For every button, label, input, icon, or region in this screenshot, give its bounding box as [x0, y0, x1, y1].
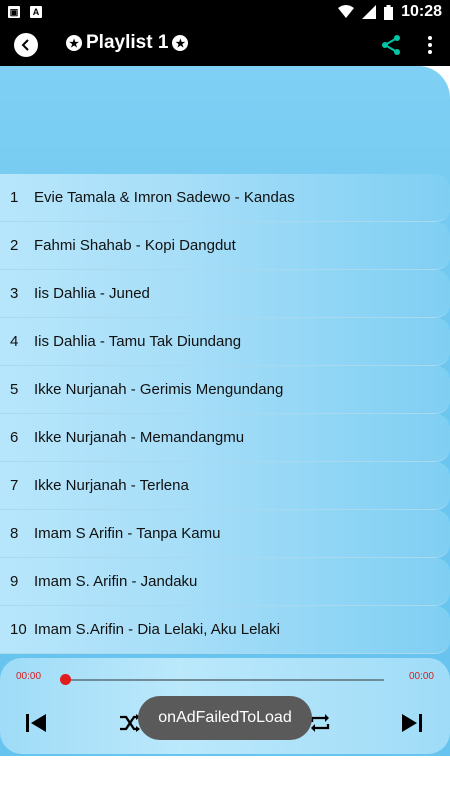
track-number: 6 — [10, 429, 19, 446]
track-title: Iis Dahlia - Tamu Tak Diundang — [34, 333, 242, 350]
current-time: 00:00 — [16, 671, 42, 682]
toast-message: onAdFailedToLoad — [138, 696, 312, 740]
track-title: Imam S.Arifin - Dia Lelaki, Aku Lelaki — [34, 621, 280, 638]
track-row[interactable]: 9 Imam S. Arifin - Jandaku — [0, 558, 450, 606]
track-title: Imam S. Arifin - Jandaku — [34, 573, 198, 590]
content-area: 1 Evie Tamala & Imron Sadewo - Kandas 2 Fah… — [0, 66, 450, 800]
track-number: 8 — [10, 525, 19, 542]
track-number: 7 — [10, 477, 19, 494]
track-number: 3 — [10, 285, 19, 302]
track-row[interactable]: 10 Imam S.Arifin - Dia Lelaki, Aku Lelaki — [0, 606, 450, 654]
status-time: 10:28 — [401, 3, 442, 20]
track-number: 2 — [10, 237, 19, 254]
skip-previous-icon[interactable] — [24, 711, 48, 735]
app-bar: ★ Playlist 1 ★ — [0, 24, 450, 66]
track-number: 5 — [10, 381, 19, 398]
seek-bar[interactable] — [64, 679, 384, 681]
track-row[interactable]: 1 Evie Tamala & Imron Sadewo - Kandas — [0, 174, 450, 222]
page-title-wrap: ★ Playlist 1 ★ — [66, 32, 189, 54]
wifi-icon — [338, 5, 355, 18]
track-list: 1 Evie Tamala & Imron Sadewo - Kandas 2 Fah… — [0, 174, 450, 654]
track-row[interactable]: 6 Ikke Nurjanah - Memandangmu — [0, 414, 450, 462]
more-vert-icon[interactable] — [420, 34, 440, 56]
track-title: Imam S Arifin - Tanpa Kamu — [34, 525, 221, 542]
track-number: 1 — [10, 189, 19, 206]
track-row[interactable]: 4 Iis Dahlia - Tamu Tak Diundang — [0, 318, 450, 366]
back-icon — [21, 39, 29, 51]
share-icon[interactable] — [380, 34, 402, 56]
track-title: Ikke Nurjanah - Terlena — [34, 477, 189, 494]
star-icon: ★ — [172, 35, 189, 51]
seek-knob[interactable] — [60, 674, 71, 685]
star-icon: ★ — [66, 35, 82, 51]
track-row[interactable]: 2 Fahmi Shahab - Kopi Dangdut — [0, 222, 450, 270]
track-title: Iis Dahlia - Juned — [34, 285, 150, 302]
track-row[interactable]: 3 Iis Dahlia - Juned — [0, 270, 450, 318]
track-title: Ikke Nurjanah - Memandangmu — [34, 429, 245, 446]
signal-icon — [362, 5, 377, 19]
skip-next-icon[interactable] — [400, 711, 424, 735]
track-row[interactable]: 7 Ikke Nurjanah - Terlena — [0, 462, 450, 510]
back-button[interactable] — [14, 33, 38, 57]
track-row[interactable]: 5 Ikke Nurjanah - Gerimis Mengundang — [0, 366, 450, 414]
total-time: 00:00 — [408, 671, 434, 682]
notification-box-icon: ▣ — [8, 6, 20, 18]
page-title: Playlist 1 — [86, 32, 169, 53]
track-number: 10 — [10, 621, 27, 638]
track-title: Evie Tamala & Imron Sadewo - Kandas — [34, 189, 295, 206]
header-space — [0, 66, 450, 174]
status-bar: ▣ A 10:28 — [0, 0, 450, 24]
track-row[interactable]: 8 Imam S Arifin - Tanpa Kamu — [0, 510, 450, 558]
playlist-panel: 1 Evie Tamala & Imron Sadewo - Kandas 2 Fah… — [0, 66, 450, 756]
track-number: 4 — [10, 333, 19, 350]
notification-a-icon: A — [30, 6, 42, 18]
track-title: Ikke Nurjanah - Gerimis Mengundang — [34, 381, 284, 398]
battery-icon — [384, 4, 394, 20]
track-title: Fahmi Shahab - Kopi Dangdut — [34, 237, 236, 254]
track-number: 9 — [10, 573, 19, 590]
